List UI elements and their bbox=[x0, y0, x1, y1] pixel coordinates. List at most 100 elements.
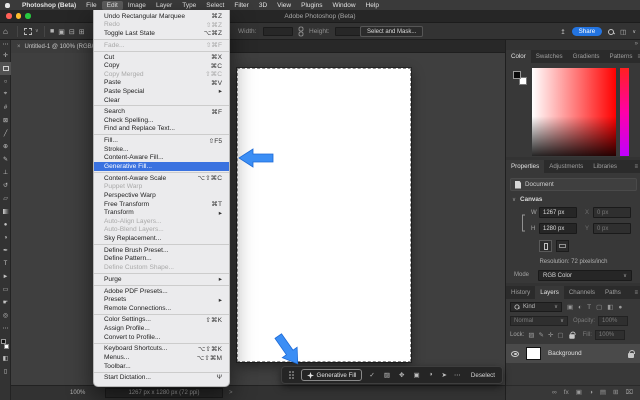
menu-item-fill[interactable]: Fill...⇧F5 bbox=[94, 136, 229, 145]
more-options-icon[interactable]: ⋯ bbox=[454, 371, 461, 379]
mode-dropdown[interactable]: RGB Color ∨ bbox=[538, 270, 632, 281]
new-layer-icon[interactable]: ⊞ bbox=[613, 388, 618, 396]
menu-item-presets[interactable]: Presets▸ bbox=[94, 295, 229, 304]
menu-item-toggle-last-state[interactable]: Toggle Last State⌥⌘Z bbox=[94, 29, 229, 38]
menu-item-free-transform[interactable]: Free Transform⌘T bbox=[94, 200, 229, 209]
lasso-tool[interactable]: ○ bbox=[0, 75, 11, 88]
menubar-photoshop-beta[interactable]: Photoshop (Beta) bbox=[17, 1, 81, 10]
canvas-section-header[interactable]: ∨ Canvas bbox=[512, 196, 542, 203]
select-and-mask-button[interactable]: Select and Mask... bbox=[360, 26, 423, 37]
layer-thumbnail[interactable] bbox=[526, 347, 541, 360]
menu-item-color-settings[interactable]: Color Settings...⇧⌘K bbox=[94, 316, 229, 325]
menu-item-cut[interactable]: Cut⌘X bbox=[94, 53, 229, 62]
menu-item-copy[interactable]: Copy⌘C bbox=[94, 61, 229, 70]
menubar-type[interactable]: Type bbox=[177, 1, 201, 10]
tab-paths[interactable]: Paths bbox=[600, 286, 626, 299]
menu-item-generative-fill[interactable]: Generative Fill... bbox=[94, 162, 229, 171]
filter-pixel-icon[interactable]: ▣ bbox=[567, 304, 573, 311]
collapse-panels-icon[interactable]: » bbox=[635, 41, 638, 47]
zoom-level[interactable]: 100% bbox=[70, 390, 85, 396]
menu-item-transform[interactable]: Transform▸ bbox=[94, 208, 229, 217]
lock-artboard-icon[interactable]: ▢ bbox=[557, 331, 563, 339]
quick-mask-icon[interactable]: ◧ bbox=[0, 352, 11, 365]
active-tool-icon[interactable] bbox=[24, 28, 32, 35]
menu-item-assign-profile[interactable]: Assign Profile... bbox=[94, 324, 229, 333]
menubar-image[interactable]: Image bbox=[123, 1, 151, 10]
tab-color[interactable]: Color bbox=[506, 50, 531, 63]
search-icon[interactable] bbox=[608, 29, 614, 35]
filter-toggle-icon[interactable]: ● bbox=[618, 304, 622, 311]
delete-layer-icon[interactable]: ⌧ bbox=[626, 388, 634, 396]
menu-item-convert-to-profile[interactable]: Convert to Profile... bbox=[94, 333, 229, 342]
portrait-orientation-button[interactable] bbox=[539, 240, 552, 252]
eyedropper-tool[interactable]: ╱ bbox=[0, 127, 11, 140]
lock-transparency-icon[interactable]: ▨ bbox=[528, 331, 534, 339]
gradient-tool[interactable] bbox=[0, 205, 11, 218]
width-value-field[interactable]: 1267 px bbox=[539, 207, 577, 218]
menu-item-sky-replacement[interactable]: Sky Replacement... bbox=[94, 234, 229, 243]
fill-selection-icon[interactable]: ▣ bbox=[413, 371, 419, 379]
share-button[interactable]: Share bbox=[572, 27, 603, 36]
menu-item-adobe-pdf-presets[interactable]: Adobe PDF Presets... bbox=[94, 287, 229, 296]
tool-preset-chevron-icon[interactable]: ∨ bbox=[35, 28, 39, 34]
landscape-orientation-button[interactable] bbox=[556, 240, 569, 252]
hue-slider[interactable] bbox=[620, 68, 629, 156]
foreground-background-swatches[interactable] bbox=[0, 338, 11, 352]
eraser-tool[interactable]: ▱ bbox=[0, 192, 11, 205]
tab-swatches[interactable]: Swatches bbox=[531, 50, 568, 63]
history-brush-tool[interactable]: ↺ bbox=[0, 179, 11, 192]
expand-selection-icon[interactable]: ✥ bbox=[399, 371, 404, 379]
type-tool[interactable]: T bbox=[0, 257, 11, 270]
workspace-icon[interactable]: ◫ bbox=[620, 28, 626, 36]
menubar-select[interactable]: Select bbox=[201, 1, 229, 10]
brush-tool[interactable]: ✎ bbox=[0, 153, 11, 166]
frame-tool[interactable]: ⊠ bbox=[0, 114, 11, 127]
link-dimensions-icon[interactable] bbox=[297, 23, 305, 40]
saturation-picker[interactable] bbox=[532, 68, 616, 156]
menu-item-paste-special[interactable]: Paste Special▸ bbox=[94, 87, 229, 96]
screen-mode-icon[interactable]: ▯ bbox=[0, 365, 11, 378]
adjustment-layer-icon[interactable]: ◑ bbox=[589, 389, 593, 396]
tab-layers[interactable]: Layers bbox=[535, 286, 564, 299]
status-options-icon[interactable]: > bbox=[229, 390, 233, 396]
filter-type-icon[interactable]: T bbox=[587, 304, 591, 311]
filter-shape-icon[interactable]: ▢ bbox=[596, 304, 602, 311]
taskbar-drag-handle[interactable] bbox=[289, 371, 294, 379]
object-selection-tool[interactable]: ⌖ bbox=[0, 88, 11, 101]
dodge-tool[interactable]: ◑ bbox=[0, 231, 11, 244]
lock-position-icon[interactable]: ✛ bbox=[548, 331, 553, 339]
tab-gradients[interactable]: Gradients bbox=[568, 50, 605, 63]
tab-history[interactable]: History bbox=[506, 286, 535, 299]
hand-tool[interactable]: ☛ bbox=[0, 296, 11, 309]
width-input[interactable] bbox=[263, 27, 293, 36]
lock-all-icon[interactable] bbox=[569, 334, 574, 339]
link-wh-icon[interactable] bbox=[520, 212, 528, 234]
layer-visibility-icon[interactable] bbox=[511, 351, 519, 357]
link-layers-icon[interactable]: ∞ bbox=[552, 389, 557, 396]
menu-item-find-and-replace-text[interactable]: Find and Replace Text... bbox=[94, 125, 229, 134]
tab-properties[interactable]: Properties bbox=[506, 160, 544, 173]
selection-mode-icon-2[interactable]: ⊟ bbox=[69, 28, 75, 36]
selection-mode-icon-1[interactable]: ▣ bbox=[58, 28, 65, 36]
tab-libraries[interactable]: Libraries bbox=[588, 160, 622, 173]
menubar-file[interactable]: File bbox=[81, 1, 101, 10]
selection-mode-icon-3[interactable]: ⊞ bbox=[79, 28, 85, 36]
menubar-filter[interactable]: Filter bbox=[229, 1, 253, 10]
tab-menu-icon[interactable]: ≡ bbox=[634, 164, 638, 170]
menu-item-stroke[interactable]: Stroke... bbox=[94, 145, 229, 154]
invert-selection-icon[interactable]: ◑ bbox=[429, 371, 433, 379]
marquee-tool[interactable] bbox=[0, 62, 11, 75]
filter-adjustment-icon[interactable]: ◐ bbox=[578, 304, 582, 311]
menu-item-perspective-warp[interactable]: Perspective Warp bbox=[94, 191, 229, 200]
clone-stamp-tool[interactable]: ⊥ bbox=[0, 166, 11, 179]
background-lock-icon[interactable] bbox=[628, 353, 634, 358]
menubar-window[interactable]: Window bbox=[327, 1, 360, 10]
apple-icon[interactable] bbox=[5, 3, 10, 8]
move-tool[interactable]: ✛ bbox=[0, 49, 11, 62]
layer-mask-icon[interactable]: ▣ bbox=[576, 388, 582, 396]
blur-tool[interactable]: ● bbox=[0, 218, 11, 231]
menu-item-define-pattern[interactable]: Define Pattern... bbox=[94, 255, 229, 264]
menu-item-keyboard-shortcuts[interactable]: Keyboard Shortcuts...⌥⇧⌘K bbox=[94, 345, 229, 354]
menu-item-purge[interactable]: Purge▸ bbox=[94, 275, 229, 284]
deselect-button[interactable]: Deselect bbox=[471, 372, 495, 379]
